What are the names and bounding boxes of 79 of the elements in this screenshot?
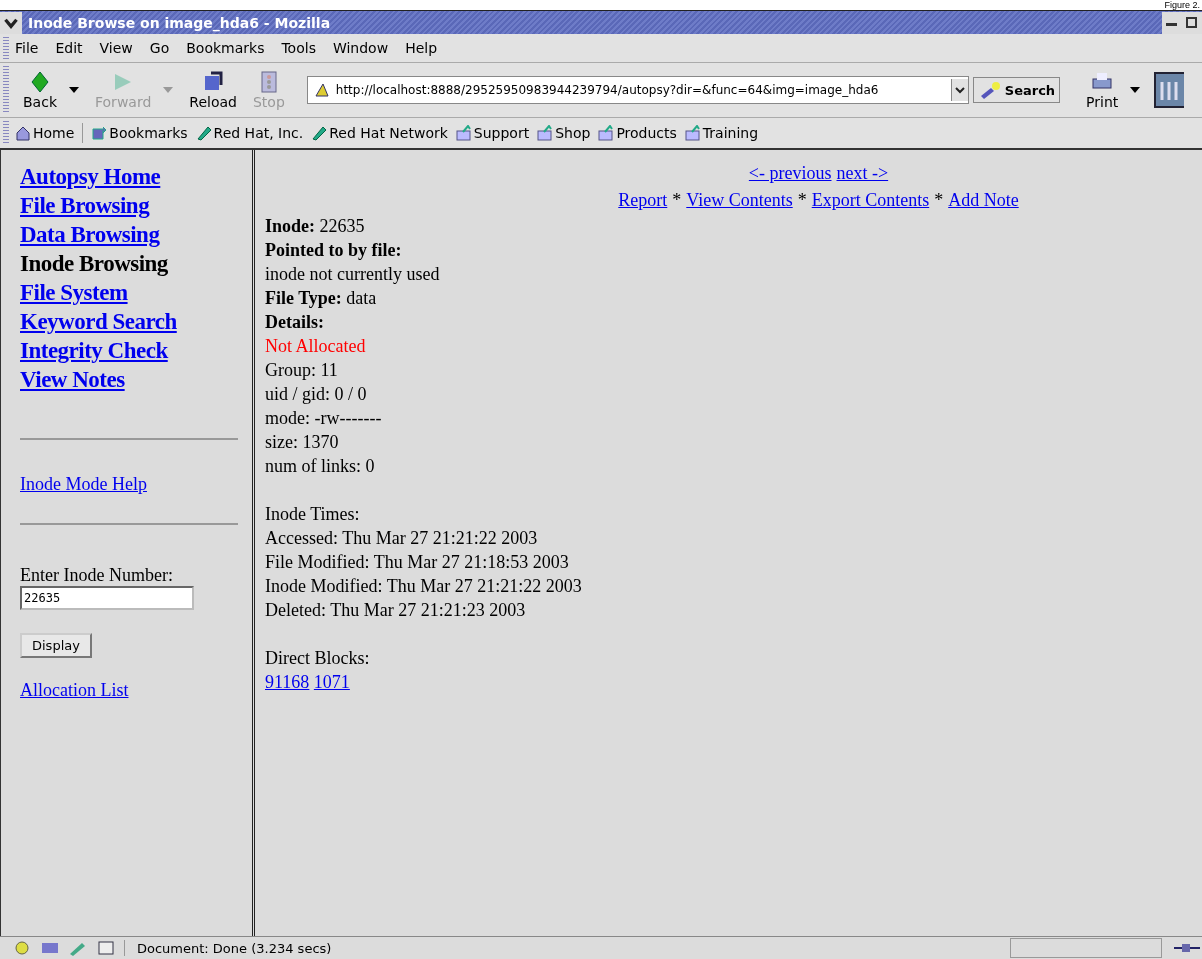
action-link[interactable]: Add Note	[948, 187, 1019, 214]
nav-link[interactable]: Keyword Search	[20, 307, 177, 336]
folder-icon	[684, 125, 701, 141]
toolbar-button[interactable]: Reload	[181, 70, 245, 110]
allocation-list-link[interactable]: Allocation List	[20, 680, 129, 701]
block-link[interactable]: 1071	[313, 672, 350, 692]
nav-link[interactable]: File System	[20, 278, 128, 307]
previous-link[interactable]: <- previous	[748, 160, 832, 187]
detail-line: Inode: 22635	[265, 215, 366, 238]
bookmark-item[interactable]: Bookmarks	[91, 125, 188, 141]
current-section: Inode Browsing	[20, 249, 168, 278]
logo-icon	[1154, 72, 1185, 108]
folder-icon	[455, 125, 472, 141]
status-text: Document: Done (3.234 secs)	[136, 940, 333, 956]
nav-link[interactable]: Autopsy Home	[20, 162, 161, 191]
nav-link[interactable]: Integrity Check	[20, 336, 168, 365]
nav-link[interactable]: File Browsing	[20, 191, 150, 220]
dropdown-caret-icon[interactable]	[950, 79, 968, 101]
detail-line: Direct Blocks:	[265, 647, 371, 670]
menu-item[interactable]: Window	[332, 40, 389, 56]
nav-link[interactable]: View Notes	[20, 365, 125, 394]
menu-item[interactable]: File	[15, 40, 39, 56]
print-button[interactable]: Print	[1078, 70, 1127, 110]
house-icon	[15, 125, 31, 141]
bookmark-item[interactable]: Training	[684, 125, 759, 141]
bookmark-item[interactable]: Red Hat, Inc.	[195, 125, 304, 141]
detail-line: inode not currently used	[265, 263, 441, 286]
menu-item[interactable]: View	[99, 40, 133, 56]
detail-line: Deleted: Thu Mar 27 21:21:23 2003	[265, 599, 527, 622]
next-link[interactable]: next ->	[836, 160, 889, 187]
folder-icon	[537, 125, 554, 141]
nav-link[interactable]: Data Browsing	[20, 220, 160, 249]
detail-line: Not Allocated	[265, 335, 367, 358]
separator-text: *	[797, 189, 807, 212]
action-link[interactable]: Export Contents	[811, 187, 930, 214]
menu-item[interactable]: Bookmarks	[186, 40, 265, 56]
action-link[interactable]: Report	[618, 187, 668, 214]
display-button[interactable]: Display	[20, 633, 92, 658]
detail-line: num of links: 0	[265, 455, 376, 478]
toolbar-button[interactable]: Back	[15, 70, 65, 110]
address-field[interactable]: http://localhost:8888/29525950983944239794/autopsy?dir=&func=64&img=image_hda6	[306, 76, 969, 104]
bookmark-icon	[91, 125, 108, 141]
pen-icon	[195, 125, 212, 141]
figure-caption: Figure 2.	[1164, 0, 1200, 10]
menu-item[interactable]: Help	[405, 40, 438, 56]
help-link[interactable]: Inode Mode Help	[20, 474, 147, 495]
detail-line: Accessed: Thu Mar 27 21:21:22 2003	[265, 527, 539, 550]
bookmark-item[interactable]: Shop	[537, 125, 591, 141]
detail-line: size: 1370	[265, 431, 340, 454]
block-link[interactable]: 91168	[265, 672, 310, 692]
detail-line: Details:	[265, 311, 325, 334]
window-menu-icon[interactable]	[0, 11, 22, 34]
detail-line: Group: 11	[265, 359, 339, 382]
detail-line: File Modified: Thu Mar 27 21:18:53 2003	[265, 551, 570, 574]
action-link[interactable]: View Contents	[686, 187, 793, 214]
menu-item[interactable]: Tools	[281, 40, 316, 56]
bookmark-item[interactable]: Red Hat Network	[311, 125, 448, 141]
detail-line: File Type: data	[265, 287, 378, 310]
bookmark-item[interactable]: Products	[598, 125, 677, 141]
bookmark-item[interactable]: Support	[455, 125, 530, 141]
separator-text: *	[672, 189, 682, 212]
field-label: Enter Inode Number:	[20, 565, 173, 586]
detail-line: Pointed to by file:	[265, 239, 403, 262]
bookmark-item[interactable]: Home	[15, 125, 75, 141]
page-icon	[313, 82, 330, 98]
detail-line: Inode Modified: Thu Mar 27 21:21:22 2003	[265, 575, 583, 598]
window-title: Inode Browse on image_hda6 - Mozilla	[28, 14, 332, 31]
pen-icon	[311, 125, 328, 141]
inode-number-field[interactable]: 22635	[20, 586, 194, 610]
menu-item[interactable]: Edit	[55, 40, 83, 56]
folder-icon	[598, 125, 615, 141]
dropdown-caret-icon[interactable]	[1130, 87, 1141, 93]
detail-line: uid / gid: 0 / 0	[265, 383, 368, 406]
search-button[interactable]: Search	[972, 77, 1061, 103]
detail-line: mode: -rw-------	[265, 407, 383, 430]
separator-text: *	[934, 189, 944, 212]
menu-item[interactable]: Go	[149, 40, 170, 56]
dropdown-caret-icon[interactable]	[69, 87, 79, 93]
detail-line: Inode Times:	[265, 503, 361, 526]
